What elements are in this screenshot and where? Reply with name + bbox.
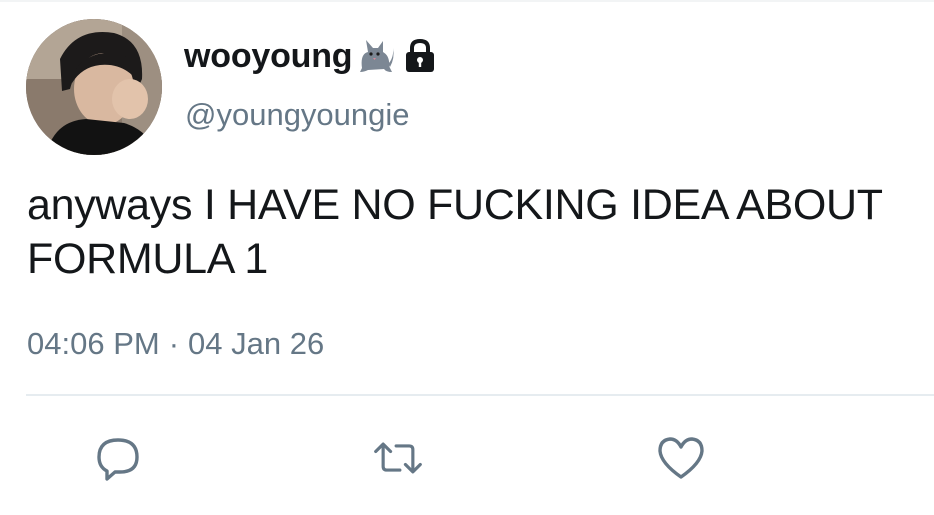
retweet-button[interactable] — [372, 432, 424, 484]
reply-icon — [97, 438, 139, 481]
display-name-row: wooyoung — [184, 34, 440, 78]
tweet-timestamp[interactable]: 04:06 PM · 04 Jan 26 — [27, 323, 324, 365]
tweet-time: 04:06 PM — [27, 326, 160, 361]
tweet-text: anyways I HAVE NO FUCKING IDEA ABOUT FOR… — [27, 181, 882, 283]
divider — [26, 394, 934, 396]
top-border — [0, 0, 934, 2]
reply-button[interactable] — [92, 432, 144, 484]
avatar[interactable] — [26, 19, 162, 155]
tweet-date: 04 Jan 26 — [188, 326, 325, 361]
cat-emoji-icon — [356, 36, 396, 76]
user-handle[interactable]: @youngyoungie — [185, 95, 410, 135]
retweet-icon — [374, 442, 422, 474]
like-button[interactable] — [655, 432, 707, 484]
lock-icon — [400, 36, 440, 76]
timestamp-separator: · — [168, 326, 180, 361]
avatar-photo — [26, 19, 162, 155]
heart-icon — [658, 437, 704, 479]
display-name[interactable]: wooyoung — [184, 34, 353, 78]
